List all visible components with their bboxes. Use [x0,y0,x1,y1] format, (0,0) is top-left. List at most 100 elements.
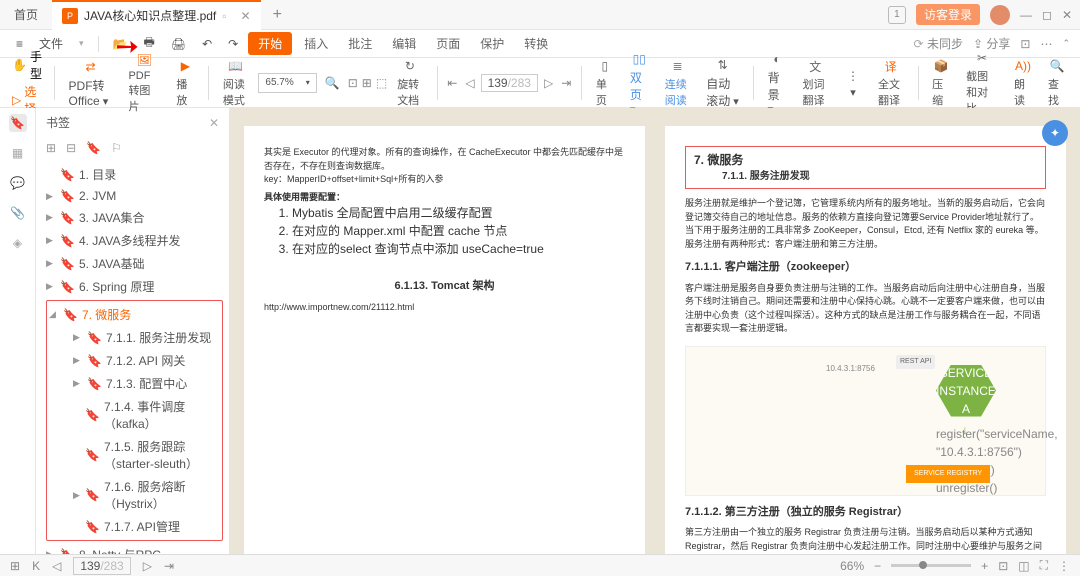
page-input[interactable]: 139/283 [481,74,538,92]
more-translate-button[interactable]: ⋮▾ [838,67,868,99]
tree-item[interactable]: 🔖 7.1.7. API管理 [49,515,220,538]
print2-icon[interactable]: 🖨 [165,37,192,51]
pin-icon[interactable]: ▫ [222,9,226,23]
diagram-label: register("serviceName, "10.4.3.1:8756")h… [936,425,1058,497]
tree-item[interactable]: 🔖 7.1.5. 服务跟踪（starter-sleuth） [49,435,220,475]
more-icon[interactable]: ⋯ [1040,37,1052,51]
tree-item[interactable]: ▶🔖 2. JVM [46,186,225,206]
dict-translate-button[interactable]: 文划词翻译 [797,57,835,108]
full-translate-button[interactable]: 译全文翻译 [872,57,910,108]
tree-item-active[interactable]: ◢🔖 7. 微服务 [49,303,220,326]
chevron-down-icon[interactable]: ▾ [73,38,90,49]
bookmark-nav-icon[interactable]: 🔖 [9,114,27,132]
fit-page-icon[interactable]: ⊞ [362,76,372,90]
start-tab[interactable]: 开始 [248,32,292,55]
document-tab[interactable]: P JAVA核心知识点整理.pdf ▫ ✕ [52,0,261,30]
read-aloud-button[interactable]: A))朗读 [1008,57,1038,108]
compress-button[interactable]: 📦压缩 [926,57,956,108]
zoom-input[interactable]: 65.7%▾ [258,73,316,93]
fullscreen-icon[interactable]: ⛶ [1040,558,1048,573]
body-text: 服务注册就是维护一个登记簿，它管理系统内所有的服务地址。当新的服务启动后，它会向… [685,197,1046,251]
more-status-icon[interactable]: ⋮ [1058,559,1070,573]
last-icon[interactable]: ⇥ [164,559,174,573]
menu-annotate[interactable]: 批注 [340,35,380,52]
tree-item[interactable]: ▶🔖 3. JAVA集合 [46,206,225,229]
avatar-icon[interactable] [990,5,1010,25]
undo-icon[interactable]: ↶ [196,37,218,51]
maximize-icon[interactable]: ◻ [1042,8,1052,22]
zoom-in-btn[interactable]: + [981,559,988,573]
menu-convert[interactable]: 转换 [516,35,556,52]
read-mode-button[interactable]: 📖阅读模式 [217,57,255,108]
next-icon[interactable]: ▷ [143,559,152,573]
tree-item[interactable]: 🔖 7.1.4. 事件调度（kafka） [49,395,220,435]
tree-item[interactable]: ▶🔖 7.1.1. 服务注册发现 [49,326,220,349]
tree-item[interactable]: ▶🔖 5. JAVA基础 [46,252,225,275]
single-page-button[interactable]: ▯单页 [590,57,620,108]
login-button[interactable]: 访客登录 [916,4,980,25]
expand-icon[interactable]: ⌃ [1062,38,1070,49]
collapse-all-icon[interactable]: ⊟ [66,141,76,155]
next-page-icon[interactable]: ▷ [542,76,555,90]
comment-nav-icon[interactable]: 💬 [9,174,27,192]
menu-page[interactable]: 页面 [428,35,468,52]
layers-nav-icon[interactable]: ◈ [9,234,27,252]
tree-item[interactable]: 🔖 1. 目录 [46,163,225,186]
status-page-input[interactable]: 139/283 [73,557,130,575]
fit-width-icon[interactable]: ⊡ [348,76,358,90]
menu-insert[interactable]: 插入 [296,35,336,52]
tree-item[interactable]: ▶🔖 7.1.2. API 网关 [49,349,220,372]
expand-all-icon[interactable]: ⊞ [46,141,56,155]
diagram-box: SERVICE REGISTRY [906,465,990,484]
zoom-out-icon[interactable]: 🔍 [321,76,344,90]
find-button[interactable]: 🔍查找 [1042,57,1072,108]
minimize-icon[interactable]: — [1020,8,1032,22]
close-window-icon[interactable]: ✕ [1062,8,1072,22]
tree-item[interactable]: ▶🔖 7.1.3. 配置中心 [49,372,220,395]
menu-protect[interactable]: 保护 [472,35,512,52]
sidebar-close-icon[interactable]: ✕ [209,116,219,130]
view-mode-icon[interactable]: ⊡ [998,559,1008,573]
actual-size-icon[interactable]: ⬚ [376,76,387,90]
play-button[interactable]: ▶播放 [170,57,200,108]
crop-compare-button[interactable]: ✂截图和对比 [960,49,1004,116]
double-page-button[interactable]: ▯▯双页 ▾ [624,50,655,116]
hand-tool[interactable]: ✋手型 [12,48,42,82]
home-tab[interactable]: 首页 [0,0,52,30]
tree-item[interactable]: ▶🔖 4. JAVA多线程并发 [46,229,225,252]
unsync-label[interactable]: ⟳ 未同步 [914,35,963,52]
attachment-nav-icon[interactable]: 📎 [9,204,27,222]
menu-edit[interactable]: 编辑 [384,35,424,52]
bookmark-opts-icon[interactable]: ⚐ [111,141,122,155]
add-tab-button[interactable]: + [273,6,282,24]
close-tab-icon[interactable]: ✕ [241,9,251,23]
bookmark-add-icon[interactable]: 🔖 [86,141,101,155]
background-button[interactable]: ◐背景 ▾ [762,50,793,116]
tree-item[interactable]: ▶🔖 7.1.6. 服务熔断（Hystrix） [49,475,220,515]
assist-fab-icon[interactable]: ✦ [1042,120,1068,146]
view-mode2-icon[interactable]: ◫ [1018,559,1029,573]
continuous-button[interactable]: ≣连续阅读 [659,57,697,108]
page-left: 其实是 Executor 的代理对象。所有的查询操作，在 CacheExecut… [244,126,645,566]
first-icon[interactable]: K [32,559,40,573]
rotate-button[interactable]: ↻旋转文档 [391,57,429,108]
auto-scroll-button[interactable]: ⇅自动滚动 ▾ [700,56,745,109]
prev-page-icon[interactable]: ◁ [463,76,476,90]
list-item: 在对应的select 查询节点中添加 useCache=true [292,240,625,258]
tree-item[interactable]: ▶🔖 6. Spring 原理 [46,275,225,298]
grid-view-icon[interactable]: ⊞ [10,559,20,573]
open-icon[interactable]: 📂 [107,37,134,51]
page-viewport[interactable]: ✦ 其实是 Executor 的代理对象。所有的查询操作，在 CacheExec… [230,108,1080,576]
thumbnail-nav-icon[interactable]: ▦ [9,144,27,162]
last-page-icon[interactable]: ⇥ [559,76,573,90]
redo-icon[interactable]: ↷ [222,37,244,51]
first-page-icon[interactable]: ⇤ [445,76,459,90]
zoom-slider[interactable] [891,564,971,567]
prev-icon[interactable]: ◁ [52,559,61,573]
toolbar: ✋手型 ▷选择 ⇄PDF转Office ▾ 🖼PDF转图片 ▶播放 📖阅读模式 … [0,58,1080,108]
pdf-to-office-button[interactable]: ⇄PDF转Office ▾ [63,58,119,108]
settings-icon[interactable]: ⊡ [1020,37,1030,51]
zoom-out-btn[interactable]: − [874,559,881,573]
pdf-to-image-button[interactable]: 🖼PDF转图片 [122,51,166,114]
notification-badge[interactable]: 1 [888,6,906,24]
